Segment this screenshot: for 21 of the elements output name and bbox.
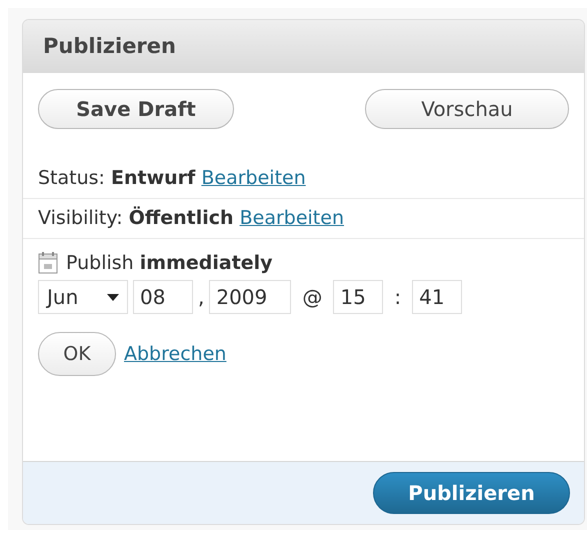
year-field[interactable]: 2009 (209, 280, 292, 314)
field-summary: Status: Entwurf (38, 167, 196, 189)
save-draft-button[interactable]: Save Draft (38, 89, 234, 129)
ok-button[interactable]: OK (38, 332, 116, 376)
publish-schedule-text: Publish immediately (66, 252, 273, 274)
cancel-link[interactable]: Abbrechen (124, 343, 226, 365)
date-separator: , (198, 285, 204, 309)
publish-button[interactable]: Publizieren (373, 472, 570, 514)
minute-field[interactable]: 41 (412, 280, 462, 314)
caret-icon (107, 294, 119, 300)
time-separator: : (394, 285, 402, 309)
at-sign: @ (302, 285, 322, 309)
edit-link[interactable]: Bearbeiten (240, 207, 344, 229)
hour-field[interactable]: 15 (333, 280, 384, 314)
panel-title: Publizieren (43, 34, 176, 58)
field-summary: Visibility: Öffentlich (38, 207, 234, 229)
edit-link[interactable]: Bearbeiten (201, 167, 306, 189)
month-select[interactable]: Jun (38, 280, 128, 314)
calendar-icon (38, 251, 58, 274)
day-field[interactable]: 08 (133, 280, 193, 314)
preview-button[interactable]: Vorschau (365, 89, 569, 129)
